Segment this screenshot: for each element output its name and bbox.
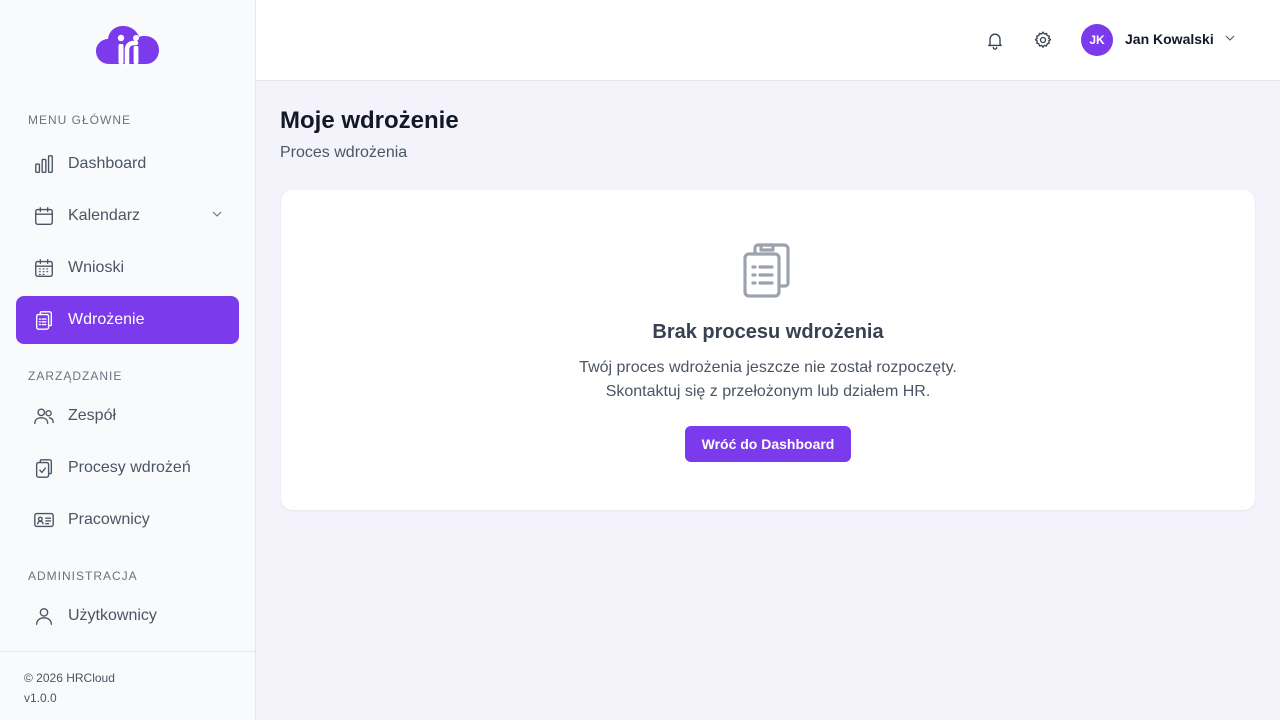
empty-state-line: Twój proces wdrożenia jeszcze nie został…	[579, 359, 957, 376]
chevron-down-icon[interactable]	[209, 206, 229, 226]
sidebar-item-label: Wnioski	[68, 259, 125, 276]
sidebar-item-onboarding-processes[interactable]: Procesy wdrożeń	[16, 444, 239, 492]
empty-state-card: Brak procesu wdrożenia Twój proces wdroż…	[281, 190, 1255, 510]
user-name[interactable]: Jan Kowalski	[1125, 31, 1214, 47]
clipboard-list-icon	[32, 308, 56, 332]
calendar-days-icon	[32, 256, 56, 280]
copyright-text: © 2026 HRCloud	[24, 671, 115, 685]
id-card-icon	[32, 508, 56, 532]
chevron-down-icon[interactable]	[1222, 30, 1242, 50]
bell-icon[interactable]	[983, 28, 1007, 52]
avatar[interactable]: JK	[1081, 24, 1113, 56]
empty-state-title: Brak procesu wdrożenia	[652, 321, 884, 343]
sidebar-footer: © 2026 HRCloud v1.0.0	[0, 651, 255, 720]
sidebar-item-label: Procesy wdrożeń	[68, 459, 191, 476]
user-icon	[32, 604, 56, 628]
sidebar-item-team[interactable]: Zespół	[16, 392, 239, 440]
page-subtitle: Proces wdrożenia	[280, 144, 408, 161]
page-title: Moje wdrożenie	[280, 107, 459, 134]
sidebar: MENU GŁÓWNE Dashboard Kalendarz Wnioski …	[0, 0, 256, 720]
sidebar-item-employees[interactable]: Pracownicy	[16, 496, 239, 544]
sidebar-item-label: Zespół	[68, 407, 117, 424]
clipboard-list-icon	[739, 240, 799, 300]
sidebar-item-users[interactable]: Użytkownicy	[16, 592, 239, 640]
empty-state-line: Skontaktuj się z przełożonym lub działem…	[605, 383, 931, 400]
back-to-dashboard-button[interactable]: Wróć do Dashboard	[685, 426, 851, 462]
section-title-admin: ADMINISTRACJA	[28, 569, 138, 583]
sidebar-item-requests[interactable]: Wnioski	[16, 244, 239, 292]
section-title-main: MENU GŁÓWNE	[28, 113, 132, 127]
sidebar-item-label: Wdrożenie	[68, 311, 145, 328]
sidebar-item-label: Użytkownicy	[68, 607, 157, 624]
bar-chart-icon	[32, 152, 56, 176]
version-text: v1.0.0	[24, 691, 57, 705]
section-title-management: ZARZĄDZANIE	[28, 369, 123, 383]
sidebar-item-label: Pracownicy	[68, 511, 150, 528]
sidebar-item-calendar[interactable]: Kalendarz	[16, 192, 239, 240]
users-icon	[32, 404, 56, 428]
empty-state-message: Twój proces wdrożenia jeszcze nie został…	[281, 356, 1255, 404]
clipboard-check-icon	[32, 456, 56, 480]
sidebar-item-onboarding[interactable]: Wdrożenie	[16, 296, 239, 344]
sidebar-item-dashboard[interactable]: Dashboard	[16, 140, 239, 188]
sidebar-item-label: Kalendarz	[68, 207, 141, 224]
gear-icon[interactable]	[1031, 28, 1055, 52]
top-header: JK Jan Kowalski	[256, 0, 1280, 81]
calendar-icon	[32, 204, 56, 228]
hrcloud-logo[interactable]	[96, 24, 160, 67]
sidebar-item-label: Dashboard	[68, 155, 147, 172]
